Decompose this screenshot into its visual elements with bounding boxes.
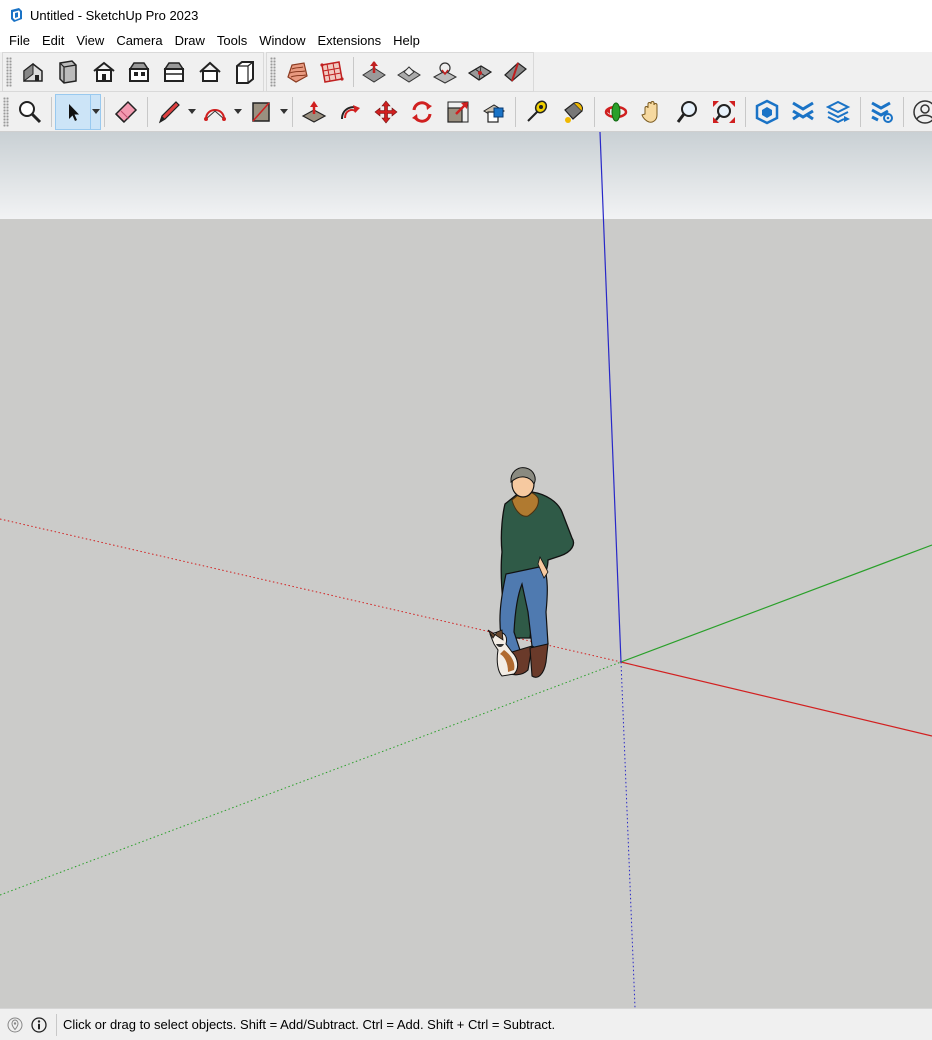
menu-edit[interactable]: Edit: [36, 30, 70, 52]
toolbar-separator: [860, 97, 861, 127]
select-icon[interactable]: [55, 94, 91, 130]
menu-bar: File Edit View Camera Draw Tools Window …: [0, 30, 932, 52]
rotate-icon[interactable]: [404, 94, 440, 130]
menu-draw[interactable]: Draw: [169, 30, 211, 52]
title-bar: Untitled - SketchUp Pro 2023: [0, 0, 932, 30]
chevron-down-icon[interactable]: [279, 94, 289, 130]
paint-bucket-icon[interactable]: [555, 94, 591, 130]
toolbar-grip[interactable]: [3, 97, 9, 127]
user-account-icon[interactable]: [907, 94, 932, 130]
push-pull-icon[interactable]: [296, 94, 332, 130]
status-bar: Click or drag to select objects. Shift =…: [0, 1008, 932, 1040]
instructor-info-icon[interactable]: [30, 1016, 48, 1034]
menu-window[interactable]: Window: [253, 30, 311, 52]
flip-edge-icon[interactable]: [498, 54, 533, 90]
sandbox-from-contours-icon[interactable]: [279, 54, 314, 90]
large-tool-set: [0, 92, 932, 132]
toolbar-separator: [903, 97, 904, 127]
menu-camera[interactable]: Camera: [110, 30, 168, 52]
sky: [0, 132, 932, 219]
offset-icon[interactable]: [476, 94, 512, 130]
drawing-viewport[interactable]: [0, 132, 932, 1008]
toolbar-row-2: [0, 92, 932, 132]
bottom-view-icon[interactable]: [228, 54, 263, 90]
toolbar-grip[interactable]: [6, 57, 12, 87]
right-view-icon[interactable]: [121, 54, 156, 90]
geo-location-icon[interactable]: [6, 1016, 24, 1034]
search-icon[interactable]: [12, 94, 48, 130]
menu-file[interactable]: File: [3, 30, 36, 52]
back-view-icon[interactable]: [157, 54, 192, 90]
rectangle-icon[interactable]: [243, 94, 279, 130]
sandbox-from-scratch-icon[interactable]: [314, 54, 349, 90]
scale-icon[interactable]: [440, 94, 476, 130]
eraser-icon[interactable]: [108, 94, 144, 130]
toolbar-separator: [352, 57, 354, 87]
chevron-down-icon[interactable]: [91, 94, 101, 130]
orbit-icon[interactable]: [598, 94, 634, 130]
layout-icon[interactable]: [821, 94, 857, 130]
iso-view-icon[interactable]: [15, 54, 50, 90]
stamp-icon[interactable]: [392, 54, 427, 90]
views-toolbar: [2, 52, 264, 92]
left-view-icon[interactable]: [192, 54, 227, 90]
extension-manager-icon[interactable]: [864, 94, 900, 130]
toolbar-separator: [515, 97, 516, 127]
toolbar-separator: [292, 97, 293, 127]
toolbar-separator: [594, 97, 595, 127]
extension-warehouse-icon[interactable]: [785, 94, 821, 130]
toolbar-separator: [745, 97, 746, 127]
model-scene[interactable]: [0, 132, 932, 1008]
add-detail-icon[interactable]: [462, 54, 497, 90]
toolbar-row-1: [0, 52, 932, 92]
menu-view[interactable]: View: [70, 30, 110, 52]
toolbar-grip[interactable]: [270, 57, 276, 87]
pan-icon[interactable]: [634, 94, 670, 130]
top-view-icon[interactable]: [50, 54, 85, 90]
ground-plane: [0, 219, 932, 1008]
sandbox-toolbar: [266, 52, 534, 92]
zoom-extents-icon[interactable]: [706, 94, 742, 130]
move-icon[interactable]: [368, 94, 404, 130]
chevron-down-icon[interactable]: [233, 94, 243, 130]
zoom-icon[interactable]: [670, 94, 706, 130]
status-message: Click or drag to select objects. Shift =…: [63, 1017, 556, 1032]
status-separator: [56, 1013, 57, 1036]
smoove-icon[interactable]: [357, 54, 392, 90]
3d-warehouse-icon[interactable]: [749, 94, 785, 130]
tape-measure-icon[interactable]: [519, 94, 555, 130]
follow-me-icon[interactable]: [332, 94, 368, 130]
toolbar-separator: [51, 97, 52, 127]
menu-tools[interactable]: Tools: [211, 30, 253, 52]
menu-extensions[interactable]: Extensions: [312, 30, 388, 52]
toolbar-separator: [104, 97, 105, 127]
sketchup-logo-icon: [11, 8, 22, 22]
front-view-icon[interactable]: [86, 54, 121, 90]
window-title: Untitled - SketchUp Pro 2023: [30, 7, 199, 23]
arc-icon[interactable]: [197, 94, 233, 130]
menu-help[interactable]: Help: [387, 30, 426, 52]
toolbar-separator: [147, 97, 148, 127]
chevron-down-icon[interactable]: [187, 94, 197, 130]
pencil-line-icon[interactable]: [151, 94, 187, 130]
drape-icon[interactable]: [427, 54, 462, 90]
